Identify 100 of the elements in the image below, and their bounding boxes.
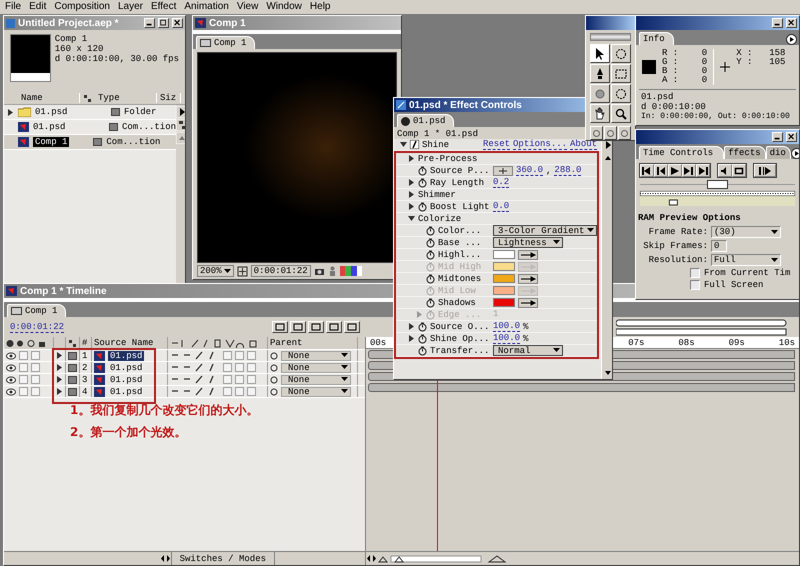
comp-tab[interactable]: Comp 1 <box>7 304 66 317</box>
switch-box[interactable] <box>223 363 232 372</box>
skip-to-end-button[interactable] <box>696 164 710 177</box>
zoom-slider-thumb[interactable] <box>394 556 404 562</box>
property-group-label[interactable]: Shimmer <box>418 190 456 200</box>
switch-box[interactable] <box>235 351 244 360</box>
skip-to-start-button[interactable] <box>640 164 654 177</box>
color-swatch[interactable] <box>493 298 515 307</box>
column-header[interactable]: Name <box>18 93 80 103</box>
eye-icon[interactable] <box>6 376 16 384</box>
switch-box[interactable] <box>31 375 40 384</box>
expanded-triangle-icon[interactable] <box>408 215 415 222</box>
collapsed-triangle-icon[interactable] <box>408 179 415 186</box>
layer-name[interactable]: 01.psd <box>108 350 144 360</box>
label-swatch[interactable] <box>109 123 118 131</box>
play-arrow-icon[interactable] <box>176 106 185 118</box>
stopwatch-icon[interactable] <box>418 334 427 344</box>
rotate-icon[interactable] <box>614 46 628 60</box>
layer-name[interactable]: 01.psd <box>108 374 144 384</box>
step-forward-button[interactable] <box>682 164 696 177</box>
column-header[interactable]: Type <box>95 93 157 103</box>
switch-box[interactable] <box>247 375 256 384</box>
menu-item[interactable]: File <box>2 0 24 14</box>
stopwatch-icon[interactable] <box>418 322 427 332</box>
expand-arrows-icon[interactable] <box>160 554 171 563</box>
rectangle-mask-icon[interactable] <box>614 66 628 80</box>
switch-box[interactable] <box>223 375 232 384</box>
panel-menu-icon[interactable] <box>786 34 797 45</box>
menu-item[interactable]: Help <box>306 0 334 14</box>
panel-tab[interactable]: Time Controls <box>639 146 724 159</box>
switch-box[interactable] <box>19 375 28 384</box>
work-area-bar[interactable] <box>616 318 788 336</box>
label-swatch[interactable] <box>68 376 77 384</box>
collapsed-triangle-icon[interactable] <box>408 155 415 162</box>
label-swatch[interactable] <box>68 352 77 360</box>
expand-arrows-icon[interactable] <box>366 554 377 563</box>
flowchart-icon[interactable] <box>176 119 185 131</box>
column-header[interactable]: # <box>82 338 88 348</box>
switch-box[interactable] <box>31 351 40 360</box>
value-link[interactable]: 0.2 <box>493 177 510 188</box>
effect-link[interactable]: Reset <box>483 139 510 150</box>
circle-icon[interactable] <box>606 128 615 138</box>
minimize-button[interactable] <box>772 18 783 28</box>
play-button[interactable] <box>668 164 682 177</box>
switch-box[interactable] <box>235 375 244 384</box>
dropdown[interactable]: Normal <box>493 345 563 356</box>
comp-flowchart-button[interactable] <box>272 321 288 333</box>
value-link[interactable]: 100.0 <box>493 321 520 332</box>
frame-rate-dropdown[interactable]: (30) <box>711 226 781 238</box>
motion-blur-button[interactable] <box>344 321 360 333</box>
maximize-button[interactable] <box>158 18 169 28</box>
timecode-link[interactable]: 0:00:01:22 <box>10 322 64 332</box>
shy-button[interactable] <box>308 321 324 333</box>
hand-icon[interactable] <box>593 106 607 120</box>
resolution-dropdown[interactable]: Full <box>711 254 781 266</box>
switch-box[interactable] <box>247 351 256 360</box>
layer-name[interactable]: 01.psd <box>108 362 144 372</box>
label-swatch[interactable] <box>93 138 102 146</box>
skip-frames-field[interactable]: 0 <box>711 240 727 252</box>
switch-box[interactable] <box>223 351 232 360</box>
parent-dropdown[interactable]: None <box>281 362 351 372</box>
eyedropper-icon[interactable] <box>518 250 538 260</box>
label-swatch[interactable] <box>68 364 77 372</box>
menu-item[interactable]: Edit <box>26 0 50 14</box>
column-header[interactable]: Parent <box>270 338 302 348</box>
eye-icon[interactable] <box>6 388 16 396</box>
collapsed-triangle-icon[interactable] <box>408 203 415 210</box>
label-swatch[interactable] <box>111 108 120 116</box>
switch-box[interactable] <box>31 387 40 396</box>
eyedropper-icon[interactable] <box>518 298 538 308</box>
parent-dropdown[interactable]: None <box>281 374 351 384</box>
switch-box[interactable] <box>247 363 256 372</box>
color-channels-icon[interactable] <box>340 266 362 276</box>
timecode-field[interactable]: 0:00:01:22 <box>250 265 311 277</box>
panel-tab[interactable]: ffects <box>724 146 766 159</box>
loop-button[interactable] <box>732 164 746 177</box>
label-swatch[interactable] <box>68 388 77 396</box>
oval-mask-icon[interactable] <box>614 86 628 100</box>
zoom-icon[interactable] <box>614 106 628 120</box>
stopwatch-icon[interactable] <box>418 178 427 188</box>
crosshair-button[interactable] <box>493 166 513 176</box>
switch-box[interactable] <box>31 363 40 372</box>
stopwatch-icon[interactable] <box>426 274 435 284</box>
checkbox[interactable] <box>690 280 700 290</box>
panel-menu-icon[interactable] <box>790 148 799 159</box>
eye-icon[interactable] <box>6 364 16 372</box>
value-link[interactable]: 0.0 <box>493 201 510 212</box>
stopwatch-icon[interactable] <box>426 226 435 236</box>
panel-tab[interactable]: Info <box>639 32 674 45</box>
stopwatch-icon[interactable] <box>418 166 427 176</box>
menu-item[interactable]: View <box>234 0 262 14</box>
color-swatch[interactable] <box>493 274 515 283</box>
stopwatch-icon[interactable] <box>426 250 435 260</box>
stopwatch-icon[interactable] <box>426 238 435 248</box>
menu-item[interactable]: Animation <box>181 0 232 14</box>
comp-tab[interactable]: Comp 1 <box>196 36 256 49</box>
effect-link[interactable]: Options... <box>513 139 568 150</box>
jog-shuttle-thumb[interactable] <box>707 180 728 189</box>
switch-box[interactable] <box>19 387 28 396</box>
close-button[interactable] <box>786 18 797 28</box>
